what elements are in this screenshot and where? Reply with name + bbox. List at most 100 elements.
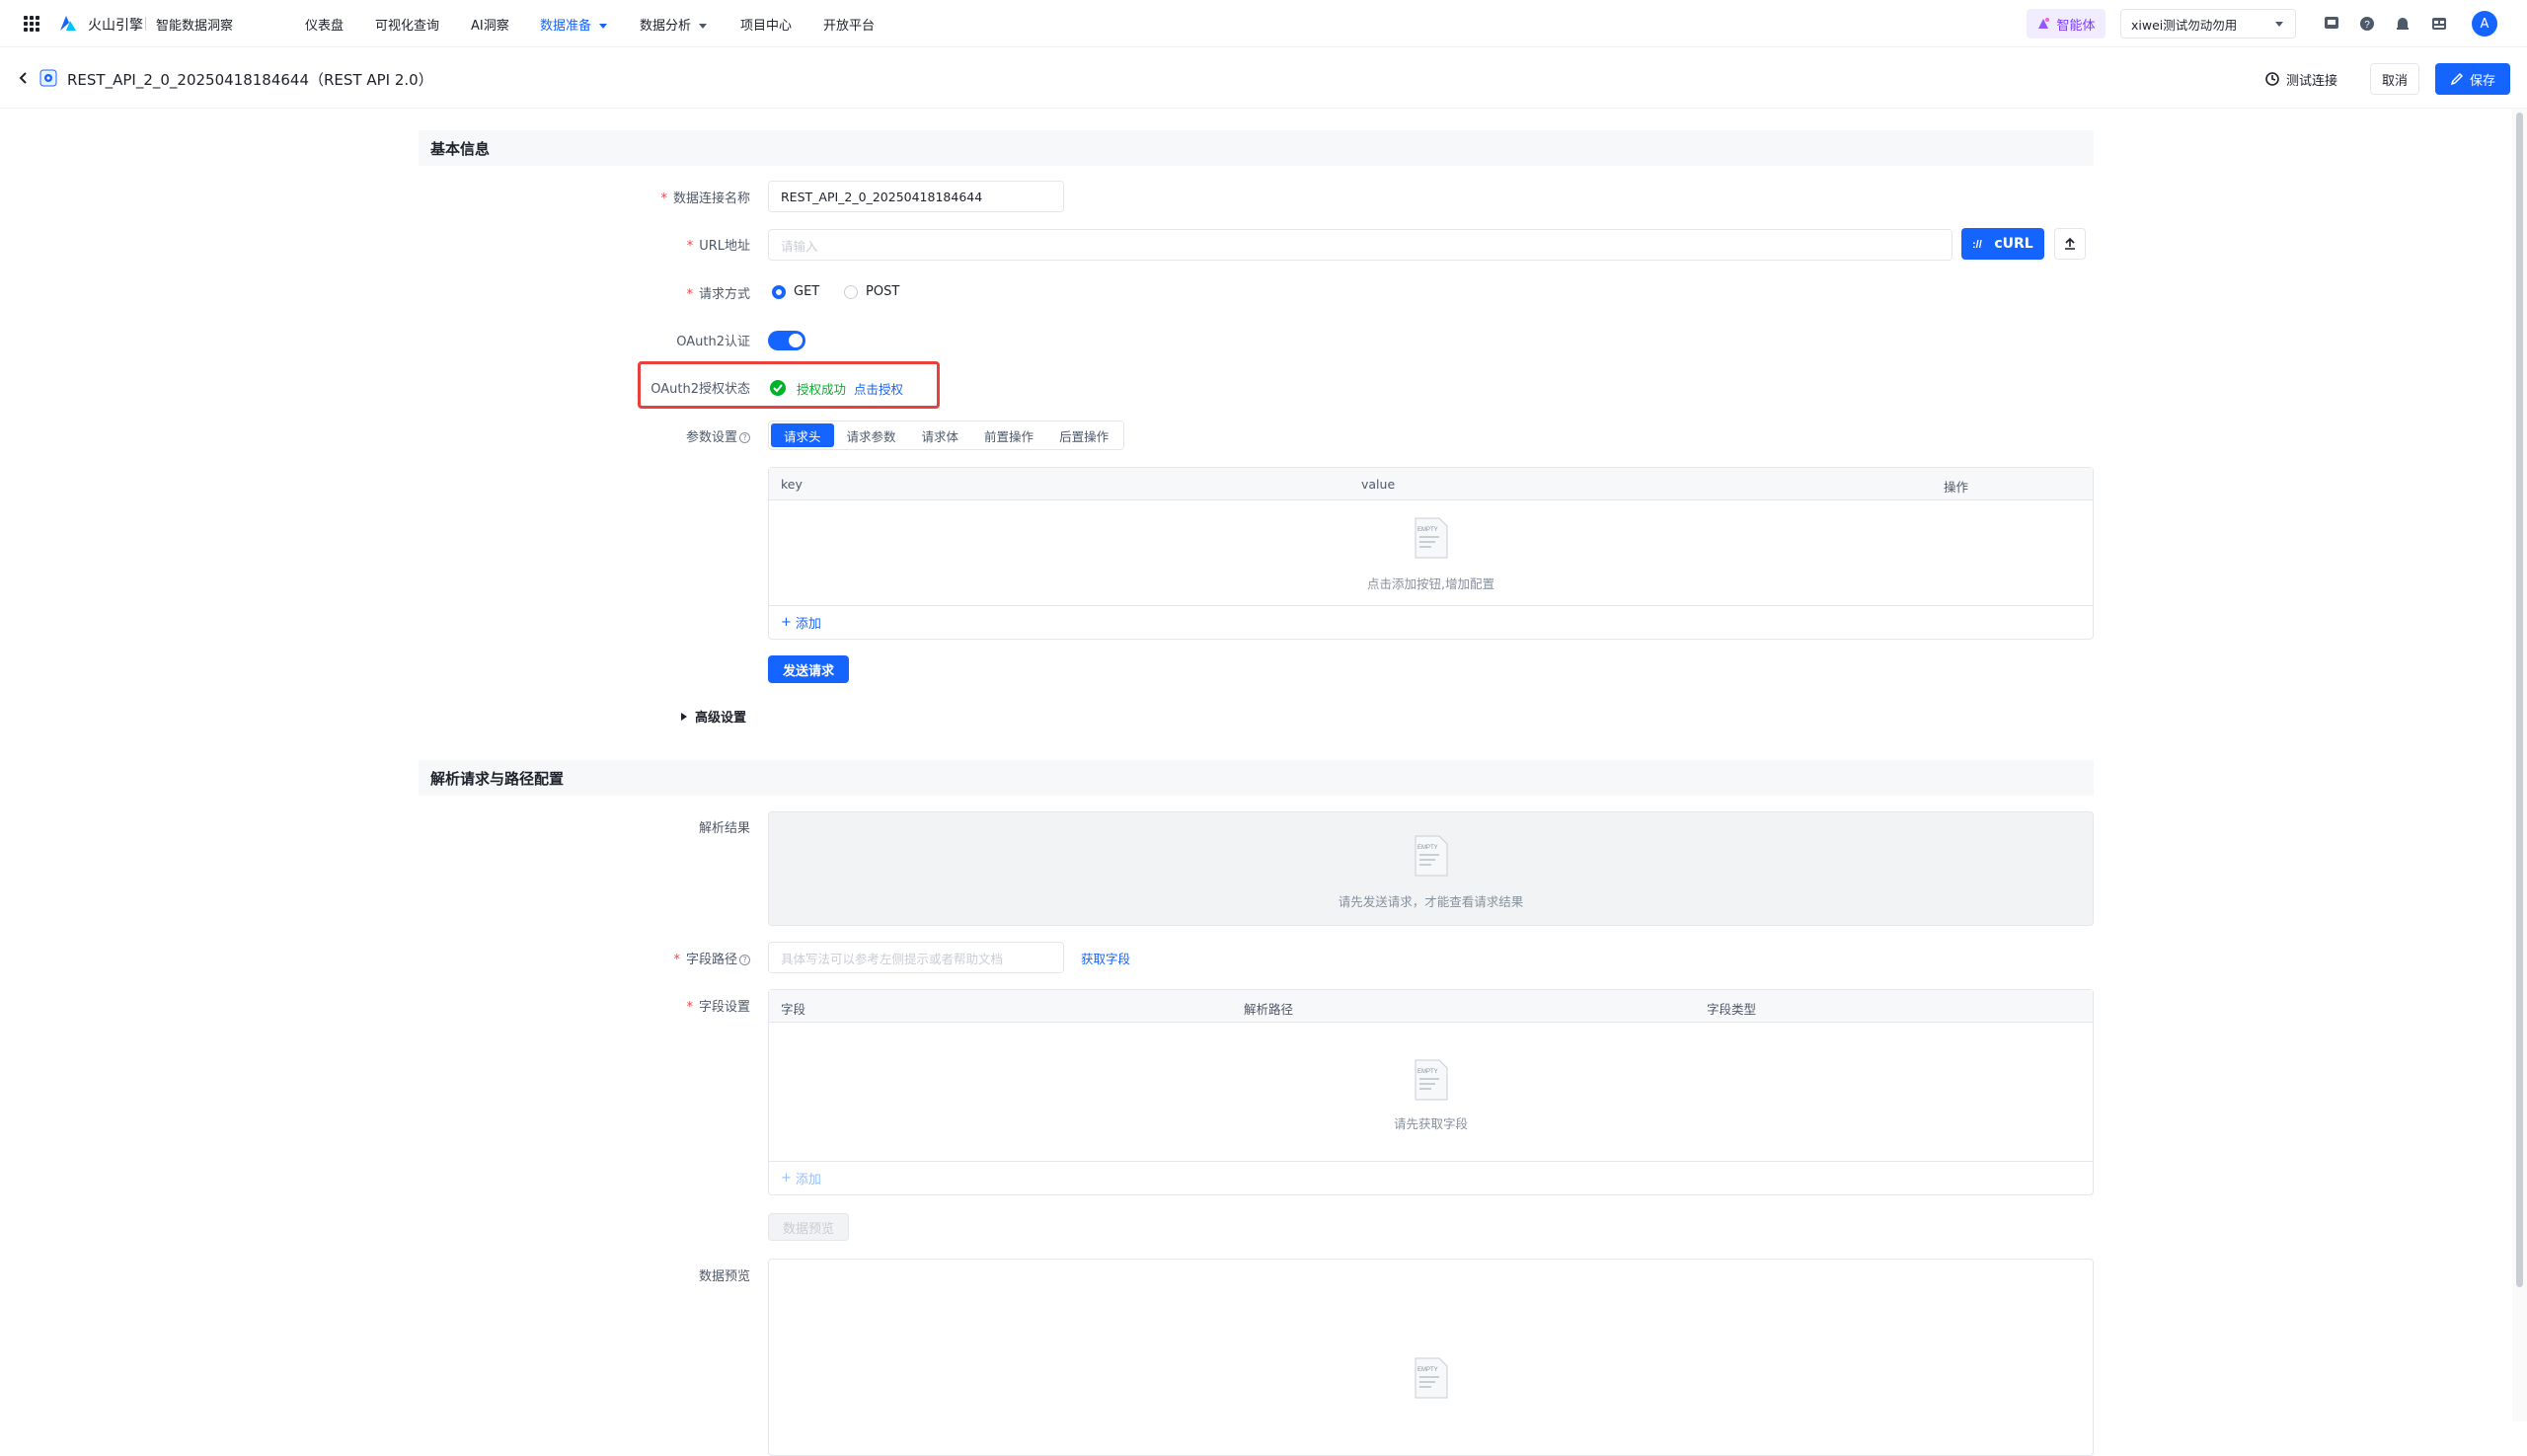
oauth-status-text: 授权成功: [797, 382, 847, 397]
bell-icon[interactable]: [2394, 15, 2412, 33]
fields-add-label: 添加: [795, 1173, 821, 1188]
tenant-select[interactable]: xiwei测试勿动勿用: [2120, 9, 2296, 38]
tab-query-params[interactable]: 请求参数: [834, 423, 909, 447]
method-post-label: POST: [866, 284, 900, 299]
menu-data-prep[interactable]: 数据准备: [540, 15, 608, 34]
help-circle-icon[interactable]: ?: [739, 432, 750, 443]
radio-unchecked-icon: [844, 284, 858, 299]
cancel-button[interactable]: 取消: [2370, 63, 2419, 95]
plus-icon: +: [781, 615, 792, 630]
refresh-clock-icon: [2265, 72, 2279, 86]
fields-empty-text: 请先获取字段: [1393, 1116, 1468, 1131]
section-parse-config: 解析请求与路径配置: [419, 760, 2094, 796]
parse-result-empty-text: 请先发送请求，才能查看请求结果: [1338, 894, 1524, 909]
radio-checked-icon: [772, 284, 786, 299]
column-field-type: 字段类型: [1707, 1002, 1757, 1017]
menu-dashboard[interactable]: 仪表盘: [305, 15, 344, 34]
curl-label: cURL: [1994, 236, 2033, 252]
params-add-label: 添加: [795, 617, 821, 632]
field-path-label: * 字段路径?: [415, 949, 750, 967]
empty-icon-text: EMPTY: [1417, 845, 1438, 851]
help-circle-icon[interactable]: ?: [739, 955, 750, 965]
tab-headers[interactable]: 请求头: [771, 423, 834, 447]
scrollbar-thumb[interactable]: [2516, 113, 2523, 1287]
brand-name: 火山引擎: [88, 18, 143, 34]
agent-label: 智能体: [2056, 18, 2096, 34]
menu-ai-insight[interactable]: AI洞察: [471, 15, 509, 34]
get-field-link[interactable]: 获取字段: [1081, 949, 1130, 967]
test-connection-button[interactable]: 测试连接: [2260, 65, 2341, 93]
field-path-label-text: 字段路径: [685, 953, 737, 967]
url-input[interactable]: 请输入: [768, 229, 1953, 261]
menu-visual-query[interactable]: 可视化查询: [375, 15, 439, 34]
top-nav: 火山引擎 智能数据洞察 仪表盘 可视化查询 AI洞察 数据准备 数据分析 项目中…: [0, 0, 2527, 47]
url-label-text: URL地址: [699, 239, 750, 254]
required-mark: *: [686, 239, 694, 254]
required-mark: *: [686, 287, 693, 302]
column-field: 字段: [781, 1002, 806, 1017]
method-get-radio[interactable]: GET: [772, 284, 819, 299]
advanced-settings-toggle[interactable]: 高级设置: [681, 707, 746, 726]
chevron-down-icon: [699, 24, 708, 29]
field-settings-label: * 字段设置: [415, 996, 750, 1015]
connection-name-label-text: 数据连接名称: [672, 192, 750, 206]
menu-open-platform[interactable]: 开放平台: [823, 15, 875, 34]
product-name: 智能数据洞察: [156, 19, 234, 34]
menu-project-center[interactable]: 项目中心: [740, 15, 792, 34]
layout-icon[interactable]: [2430, 15, 2448, 33]
data-preview-label: 数据预览: [698, 1269, 750, 1284]
page-title: REST_API_2_0_20250418184644（REST API 2.0…: [67, 71, 433, 89]
parse-result-panel: EMPTY 请先发送请求，才能查看请求结果: [768, 811, 2094, 926]
authorize-link[interactable]: 点击授权: [854, 379, 903, 398]
empty-icon-text: EMPTY: [1417, 1069, 1438, 1075]
empty-document-icon: EMPTY: [1415, 1357, 1448, 1399]
column-value: value: [1361, 477, 1396, 492]
app-grid-icon[interactable]: [24, 16, 39, 32]
tenant-value: xiwei测试勿动勿用: [2131, 17, 2238, 33]
oauth-label: OAuth2认证: [676, 335, 750, 349]
avatar[interactable]: A: [2472, 11, 2497, 37]
required-mark: *: [673, 953, 680, 967]
data-preview-button[interactable]: 数据预览: [768, 1213, 849, 1241]
empty-document-icon: EMPTY: [1415, 1059, 1448, 1101]
tab-post-action[interactable]: 后置操作: [1046, 423, 1121, 447]
save-button[interactable]: 保存: [2435, 63, 2510, 95]
caret-right-icon: [681, 712, 687, 721]
help-icon[interactable]: ?: [2358, 15, 2376, 33]
empty-document-icon: EMPTY: [1415, 517, 1448, 559]
plus-icon: +: [781, 1171, 792, 1186]
svg-text:?: ?: [2364, 20, 2370, 31]
required-mark: *: [686, 1000, 693, 1015]
back-arrow-icon[interactable]: [16, 70, 32, 86]
oauth-toggle[interactable]: [768, 331, 805, 350]
upload-button[interactable]: [2054, 228, 2086, 260]
column-key: key: [781, 477, 803, 492]
agent-button[interactable]: 智能体: [2027, 9, 2106, 38]
connection-name-input[interactable]: REST_API_2_0_20250418184644: [768, 181, 1064, 212]
params-table: key value 操作 EMPTY 点击添加按钮,增加配置 + 添加: [768, 467, 2094, 640]
url-label: * URL地址: [415, 235, 750, 254]
method-get-label: GET: [794, 284, 820, 299]
method-post-radio[interactable]: POST: [844, 284, 899, 299]
menu-data-analysis[interactable]: 数据分析: [640, 15, 708, 34]
fields-table: 字段 解析路径 字段类型 EMPTY 请先获取字段 + 添加: [768, 989, 2094, 1195]
params-label-text: 参数设置: [685, 430, 737, 445]
save-label: 保存: [2469, 73, 2495, 89]
monitor-icon[interactable]: [2323, 15, 2340, 33]
params-empty-text: 点击添加按钮,增加配置: [1367, 576, 1494, 591]
upload-icon: [2065, 237, 2075, 250]
curl-button[interactable]: :// cURL: [1961, 228, 2044, 260]
field-path-input[interactable]: 具体写法可以参考左侧提示或者帮助文档: [768, 942, 1064, 973]
volcano-logo-icon: [60, 16, 76, 31]
chevron-down-icon: [599, 24, 608, 29]
tab-pre-action[interactable]: 前置操作: [971, 423, 1046, 447]
empty-icon-text: EMPTY: [1417, 527, 1438, 533]
fields-add-button[interactable]: + 添加: [769, 1161, 2093, 1194]
menu-data-prep-label: 数据准备: [540, 19, 592, 34]
send-request-button[interactable]: 发送请求: [768, 655, 849, 683]
chevron-down-icon: [2275, 22, 2283, 27]
tab-body[interactable]: 请求体: [909, 423, 972, 447]
field-settings-label-text: 字段设置: [698, 1000, 750, 1015]
check-circle-icon: [770, 380, 786, 396]
params-add-button[interactable]: + 添加: [769, 605, 2093, 639]
